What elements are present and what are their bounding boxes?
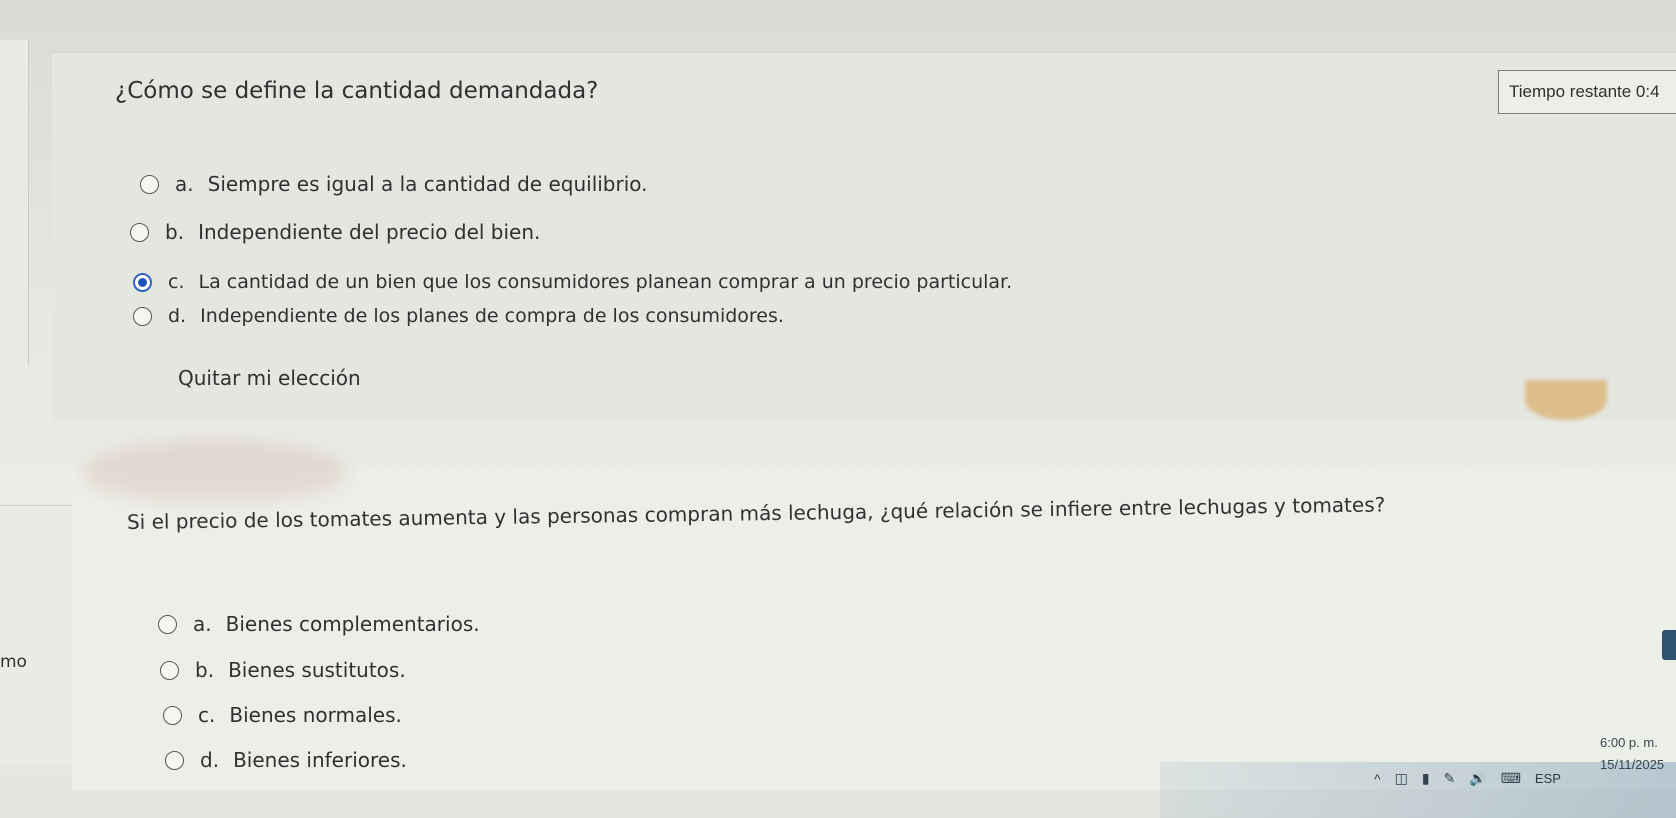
radio-button[interactable] bbox=[140, 174, 159, 194]
radio-button[interactable] bbox=[130, 222, 149, 242]
timer-box: Tiempo restante 0:4 bbox=[1498, 70, 1676, 114]
glare-reflection-orange bbox=[1525, 380, 1607, 420]
clear-choice-link[interactable]: Quitar mi elección bbox=[178, 366, 361, 390]
volume-icon[interactable]: 🔊 bbox=[1469, 770, 1486, 787]
radio-button[interactable] bbox=[165, 750, 184, 770]
radio-button[interactable] bbox=[160, 660, 179, 680]
keyboard-icon[interactable]: ⌨ bbox=[1501, 770, 1521, 787]
option-letter: c. bbox=[168, 271, 185, 293]
battery-icon[interactable]: ▮ bbox=[1422, 770, 1430, 787]
radio-button[interactable] bbox=[158, 614, 177, 634]
q1-option-a[interactable]: a. Siempre es igual a la cantidad de equ… bbox=[140, 172, 648, 196]
option-text: Bienes complementarios. bbox=[225, 612, 480, 636]
option-text: Independiente de los planes de compra de… bbox=[200, 305, 784, 327]
option-text: Bienes inferiores. bbox=[233, 748, 407, 772]
option-letter: d. bbox=[168, 305, 187, 327]
option-letter: a. bbox=[175, 172, 194, 196]
q2-option-c[interactable]: c. Bienes normales. bbox=[163, 703, 402, 727]
radio-button[interactable] bbox=[163, 705, 182, 725]
glare-reflection bbox=[85, 440, 345, 500]
q1-option-b[interactable]: b. Independiente del precio del bien. bbox=[130, 220, 540, 244]
option-letter: a. bbox=[193, 612, 212, 636]
timer-label: Tiempo restante 0:4 bbox=[1509, 82, 1660, 101]
q2-option-b[interactable]: b. Bienes sustitutos. bbox=[160, 658, 406, 682]
side-panel-text-fragment: mo bbox=[0, 652, 27, 672]
q2-option-d[interactable]: d. Bienes inferiores. bbox=[165, 748, 407, 772]
chevron-up-icon[interactable]: ^ bbox=[1374, 771, 1381, 787]
option-letter: c. bbox=[198, 703, 216, 727]
left-panel-edge bbox=[0, 40, 29, 365]
clock-time: 6:00 p. m. bbox=[1600, 735, 1658, 750]
network-icon[interactable]: ◫ bbox=[1395, 770, 1408, 787]
radio-button-selected[interactable] bbox=[133, 272, 152, 292]
radio-button[interactable] bbox=[133, 306, 152, 326]
clock[interactable]: 6:00 p. m. 15/11/2025 bbox=[1600, 732, 1664, 776]
option-letter: d. bbox=[200, 748, 220, 772]
option-text: Independiente del precio del bien. bbox=[198, 220, 541, 244]
option-letter: b. bbox=[165, 220, 185, 244]
clock-date: 15/11/2025 bbox=[1600, 757, 1665, 772]
left-panel-edge-lower bbox=[0, 505, 73, 766]
side-tab bbox=[1662, 630, 1676, 660]
system-tray: ^ ◫ ▮ ✎ 🔊 ⌨ ESP bbox=[1374, 770, 1561, 787]
option-text: La cantidad de un bien que los consumido… bbox=[198, 271, 1013, 293]
option-text: Bienes normales. bbox=[229, 703, 402, 727]
option-text: Siempre es igual a la cantidad de equili… bbox=[207, 172, 648, 196]
option-text: Bienes sustitutos. bbox=[228, 658, 406, 682]
q1-option-d[interactable]: d. Independiente de los planes de compra… bbox=[133, 305, 784, 327]
language-indicator[interactable]: ESP bbox=[1535, 771, 1561, 786]
option-letter: b. bbox=[195, 658, 215, 682]
pen-icon[interactable]: ✎ bbox=[1444, 770, 1456, 787]
question-1-title: ¿Cómo se define la cantidad demandada? bbox=[115, 78, 599, 104]
q1-option-c[interactable]: c. La cantidad de un bien que los consum… bbox=[133, 271, 1012, 293]
q2-option-a[interactable]: a. Bienes complementarios. bbox=[158, 612, 480, 636]
